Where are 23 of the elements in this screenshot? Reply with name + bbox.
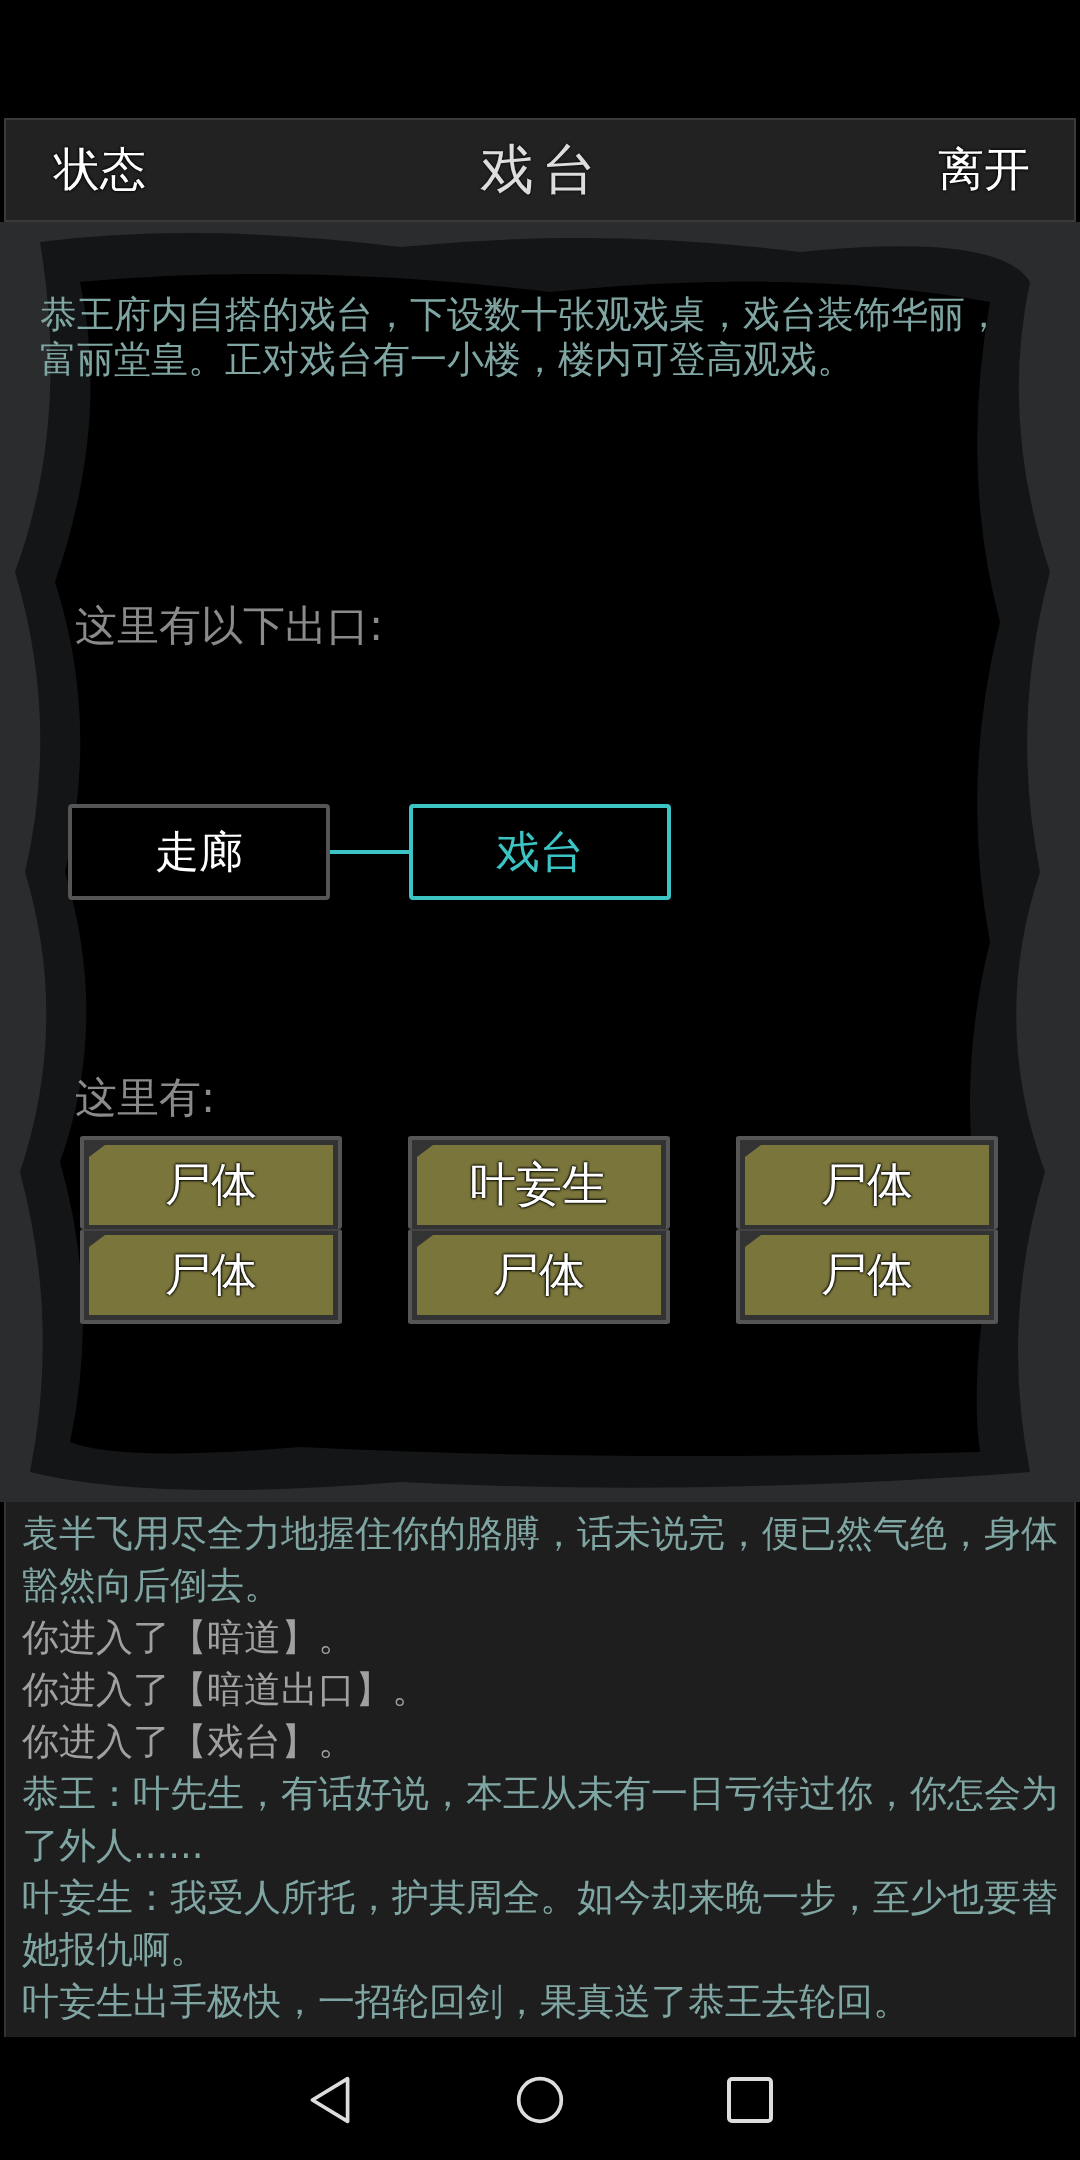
leave-button[interactable]: 离开 bbox=[938, 139, 1030, 201]
entity-button[interactable]: 尸体 bbox=[89, 1145, 333, 1225]
entity-button[interactable]: 叶妄生 bbox=[417, 1145, 661, 1225]
entity-button[interactable]: 尸体 bbox=[745, 1145, 989, 1225]
log-message: 恭王：叶先生，有话好说，本王从未有一日亏待过你，你怎会为了外人...... bbox=[22, 1771, 1059, 1869]
exits-heading: 这里有以下出口: bbox=[75, 600, 385, 652]
entity-button[interactable]: 尸体 bbox=[89, 1235, 333, 1315]
home-icon[interactable] bbox=[515, 2074, 565, 2125]
location-description: 恭王府内自搭的戏台，下设数十张观戏桌，戏台装饰华丽，富丽堂皇。正对戏台有一小楼，楼内可登高观戏。 bbox=[40, 292, 1003, 382]
entity-button[interactable]: 尸体 bbox=[417, 1235, 661, 1315]
log-message: 叶妄生出手极快，一招轮回剑，果真送了恭王去轮回。 bbox=[22, 1979, 911, 2025]
status-button[interactable]: 状态 bbox=[54, 139, 146, 201]
log-message: 你进入了【暗道】。 bbox=[22, 1615, 356, 1661]
location-title: 戏台 bbox=[480, 136, 604, 203]
entity-button[interactable]: 尸体 bbox=[745, 1235, 989, 1315]
exit-button[interactable]: 走廊 bbox=[68, 804, 330, 900]
log-message: 你进入了【戏台】。 bbox=[22, 1719, 356, 1765]
exit-button[interactable]: 戏台 bbox=[409, 804, 671, 900]
log-message: 叶妄生：我受人所托，护其周全。如今却来晚一步，至少也要替她报仇啊。 bbox=[22, 1875, 1059, 1973]
log-message: 你进入了【暗道出口】。 bbox=[22, 1667, 430, 1713]
here-heading: 这里有: bbox=[75, 1072, 217, 1124]
log-message: 袁半飞用尽全力地握住你的胳膊，话未说完，便已然气绝，身体豁然向后倒去。 bbox=[22, 1511, 1059, 1609]
recents-icon[interactable] bbox=[725, 2074, 775, 2125]
